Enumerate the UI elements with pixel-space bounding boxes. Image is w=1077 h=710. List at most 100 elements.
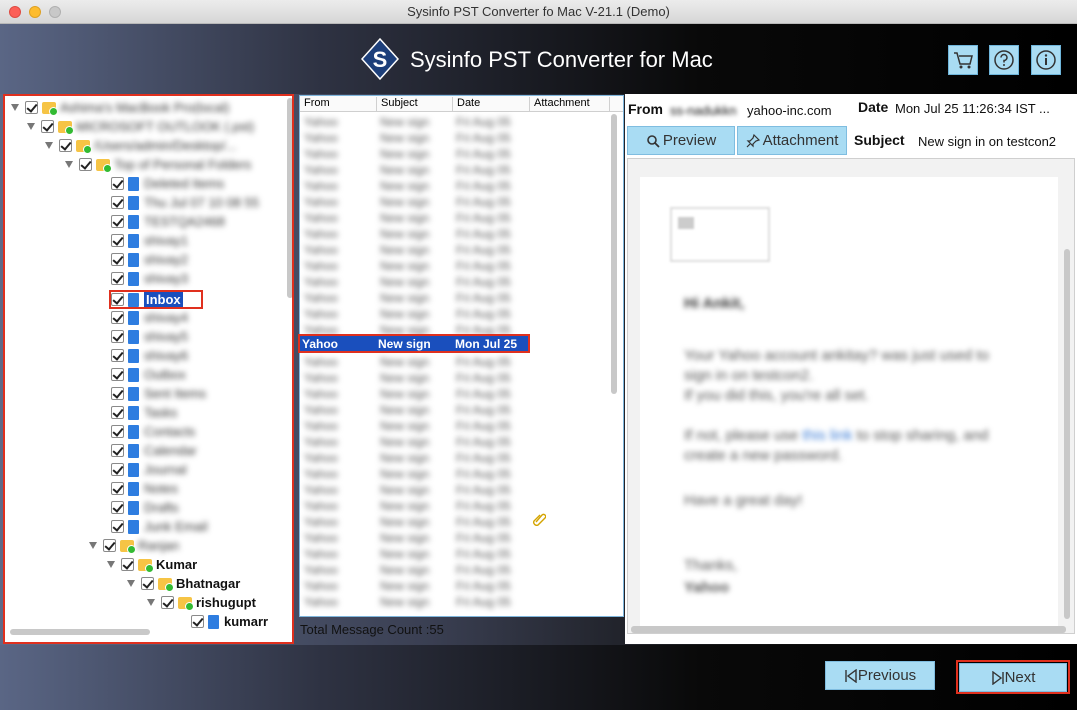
tree-checkbox[interactable] (111, 482, 124, 495)
tree-item-label[interactable]: Notes (144, 481, 178, 496)
tree-item-label[interactable]: Junk Email (144, 519, 208, 534)
tree-checkbox[interactable] (111, 425, 124, 438)
info-button[interactable] (1031, 45, 1061, 75)
message-row[interactable]: Yahoo New sign Fri Aug 05 (300, 386, 610, 402)
tree-checkbox[interactable] (141, 577, 154, 590)
help-button[interactable] (989, 45, 1019, 75)
tree-checkbox[interactable] (111, 406, 124, 419)
tree-item-label[interactable]: Top of Personal Folders (114, 157, 251, 172)
tree-vertical-scrollbar[interactable] (287, 98, 292, 298)
tree-item-label[interactable]: Ashima's MacBook Pro(local) (60, 100, 229, 115)
expand-triangle-icon[interactable] (107, 561, 115, 568)
message-row[interactable]: Yahoo New sign Fri Aug 05 (300, 578, 610, 594)
message-row[interactable]: Yahoo New sign Fri Aug 05 (300, 370, 610, 386)
tree-item-label[interactable]: shivay4 (144, 310, 188, 325)
message-list-panel[interactable]: From Subject Date Attachment Yahoo New si… (299, 95, 624, 617)
preview-horizontal-scrollbar[interactable] (631, 626, 1066, 633)
preview-vertical-scrollbar[interactable] (1064, 249, 1070, 619)
tree-item-label[interactable]: Thu Jul 07 10 08 55 (144, 195, 259, 210)
expand-triangle-icon[interactable] (65, 161, 73, 168)
mail-body-frame[interactable]: Hi Ankit, Your Yahoo account ankitay? wa… (627, 158, 1075, 634)
expand-triangle-icon[interactable] (89, 542, 97, 549)
tree-item-label[interactable]: shivay5 (144, 329, 188, 344)
tree-checkbox[interactable] (79, 158, 92, 171)
tree-item-label[interactable]: Outbox (144, 367, 186, 382)
tree-item-label[interactable]: Calendar (144, 443, 197, 458)
tree-item-bhatnagar[interactable]: Bhatnagar (176, 576, 240, 591)
folder-tree-panel[interactable]: Ashima's MacBook Pro(local) MICROSOFT OU… (3, 94, 294, 644)
tree-checkbox[interactable] (41, 120, 54, 133)
tree-checkbox[interactable] (111, 368, 124, 381)
previous-button[interactable]: Previous (825, 661, 935, 690)
tree-item-label[interactable]: Contacts (144, 424, 195, 439)
tree-checkbox[interactable] (111, 311, 124, 324)
message-row[interactable]: Yahoo New sign Fri Aug 05 (300, 226, 610, 242)
column-subject[interactable]: Subject (377, 97, 453, 111)
tree-item-label[interactable]: shivay3 (144, 271, 188, 286)
tree-item-label[interactable]: TESTQA2468 (144, 214, 225, 229)
tree-checkbox[interactable] (59, 139, 72, 152)
message-row[interactable]: Yahoo New sign Fri Aug 05 (300, 178, 610, 194)
column-from[interactable]: From (300, 97, 377, 111)
tree-checkbox[interactable] (111, 272, 124, 285)
message-row[interactable]: Yahoo New sign Fri Aug 05 (300, 210, 610, 226)
message-row[interactable]: Yahoo New sign Fri Aug 05 (300, 594, 610, 610)
message-row[interactable]: Yahoo New sign Fri Aug 05 (300, 498, 610, 514)
tree-item-label[interactable]: MICROSOFT OUTLOOK (.pst) (76, 119, 254, 134)
message-row[interactable]: Yahoo New sign Fri Aug 05 (300, 546, 610, 562)
tree-item-label[interactable]: /Users/admin/Desktop/... (94, 138, 236, 153)
tree-checkbox[interactable] (111, 196, 124, 209)
expand-triangle-icon[interactable] (27, 123, 35, 130)
tree-item-kumarr[interactable]: kumarr (224, 614, 268, 629)
message-row[interactable]: Yahoo New sign Fri Aug 05 (300, 434, 610, 450)
tree-checkbox[interactable] (111, 520, 124, 533)
message-row[interactable]: Yahoo New sign Fri Aug 05 (300, 354, 610, 370)
expand-triangle-icon[interactable] (45, 142, 53, 149)
tree-checkbox[interactable] (111, 177, 124, 190)
message-list-scrollbar[interactable] (611, 114, 617, 394)
message-row[interactable]: Yahoo New sign Fri Aug 05 (300, 530, 610, 546)
tree-checkbox[interactable] (103, 539, 116, 552)
tree-checkbox[interactable] (111, 234, 124, 247)
message-row[interactable]: Yahoo New sign Fri Aug 05 (300, 114, 610, 130)
tree-checkbox[interactable] (111, 215, 124, 228)
tree-checkbox[interactable] (111, 387, 124, 400)
tree-checkbox[interactable] (161, 596, 174, 609)
column-date[interactable]: Date (453, 97, 530, 111)
tree-item-label[interactable]: Tasks (144, 405, 177, 420)
message-row[interactable]: Yahoo New sign Fri Aug 05 (300, 194, 610, 210)
tree-checkbox[interactable] (111, 253, 124, 266)
message-row[interactable]: Yahoo New sign Fri Aug 05 (300, 482, 610, 498)
tree-checkbox[interactable] (191, 615, 204, 628)
tree-item-rishugupta[interactable]: rishugupt (196, 595, 256, 610)
tree-item-label[interactable]: shivay1 (144, 233, 188, 248)
message-row[interactable]: Yahoo New sign Fri Aug 05 (300, 402, 610, 418)
column-attachment[interactable]: Attachment (530, 97, 610, 111)
message-row[interactable]: Yahoo New sign Fri Aug 05 (300, 146, 610, 162)
message-row[interactable]: Yahoo New sign Fri Aug 05 (300, 290, 610, 306)
tree-checkbox[interactable] (121, 558, 134, 571)
message-row[interactable]: Yahoo New sign Fri Aug 05 (300, 130, 610, 146)
tree-checkbox[interactable] (111, 463, 124, 476)
tree-checkbox[interactable] (111, 444, 124, 457)
message-row[interactable]: Yahoo New sign Fri Aug 05 (300, 274, 610, 290)
message-row[interactable]: Yahoo New sign Fri Aug 05 (300, 418, 610, 434)
expand-triangle-icon[interactable] (127, 580, 135, 587)
expand-triangle-icon[interactable] (147, 599, 155, 606)
tree-item-label[interactable]: Sent Items (144, 386, 206, 401)
tree-item-label[interactable]: shivay6 (144, 348, 188, 363)
message-row[interactable]: Yahoo New sign Fri Aug 05 (300, 450, 610, 466)
next-button[interactable]: Next (959, 663, 1067, 692)
tree-item-label[interactable]: Drafts (144, 500, 179, 515)
selected-message-row[interactable]: Yahoo New sign Mon Jul 25 (298, 334, 530, 353)
tree-item-label[interactable]: Journal (144, 462, 187, 477)
message-row[interactable]: Yahoo New sign Fri Aug 05 (300, 514, 610, 530)
tree-item-label[interactable]: Deleted Items (144, 176, 224, 191)
tree-horizontal-scrollbar[interactable] (10, 629, 150, 635)
tree-item-label[interactable]: shivay2 (144, 252, 188, 267)
message-row[interactable]: Yahoo New sign Fri Aug 05 (300, 466, 610, 482)
attachment-tab[interactable]: Attachment (737, 126, 847, 155)
tree-item-kumar[interactable]: Kumar (156, 557, 197, 572)
message-row[interactable]: Yahoo New sign Fri Aug 05 (300, 162, 610, 178)
tree-checkbox[interactable] (111, 501, 124, 514)
